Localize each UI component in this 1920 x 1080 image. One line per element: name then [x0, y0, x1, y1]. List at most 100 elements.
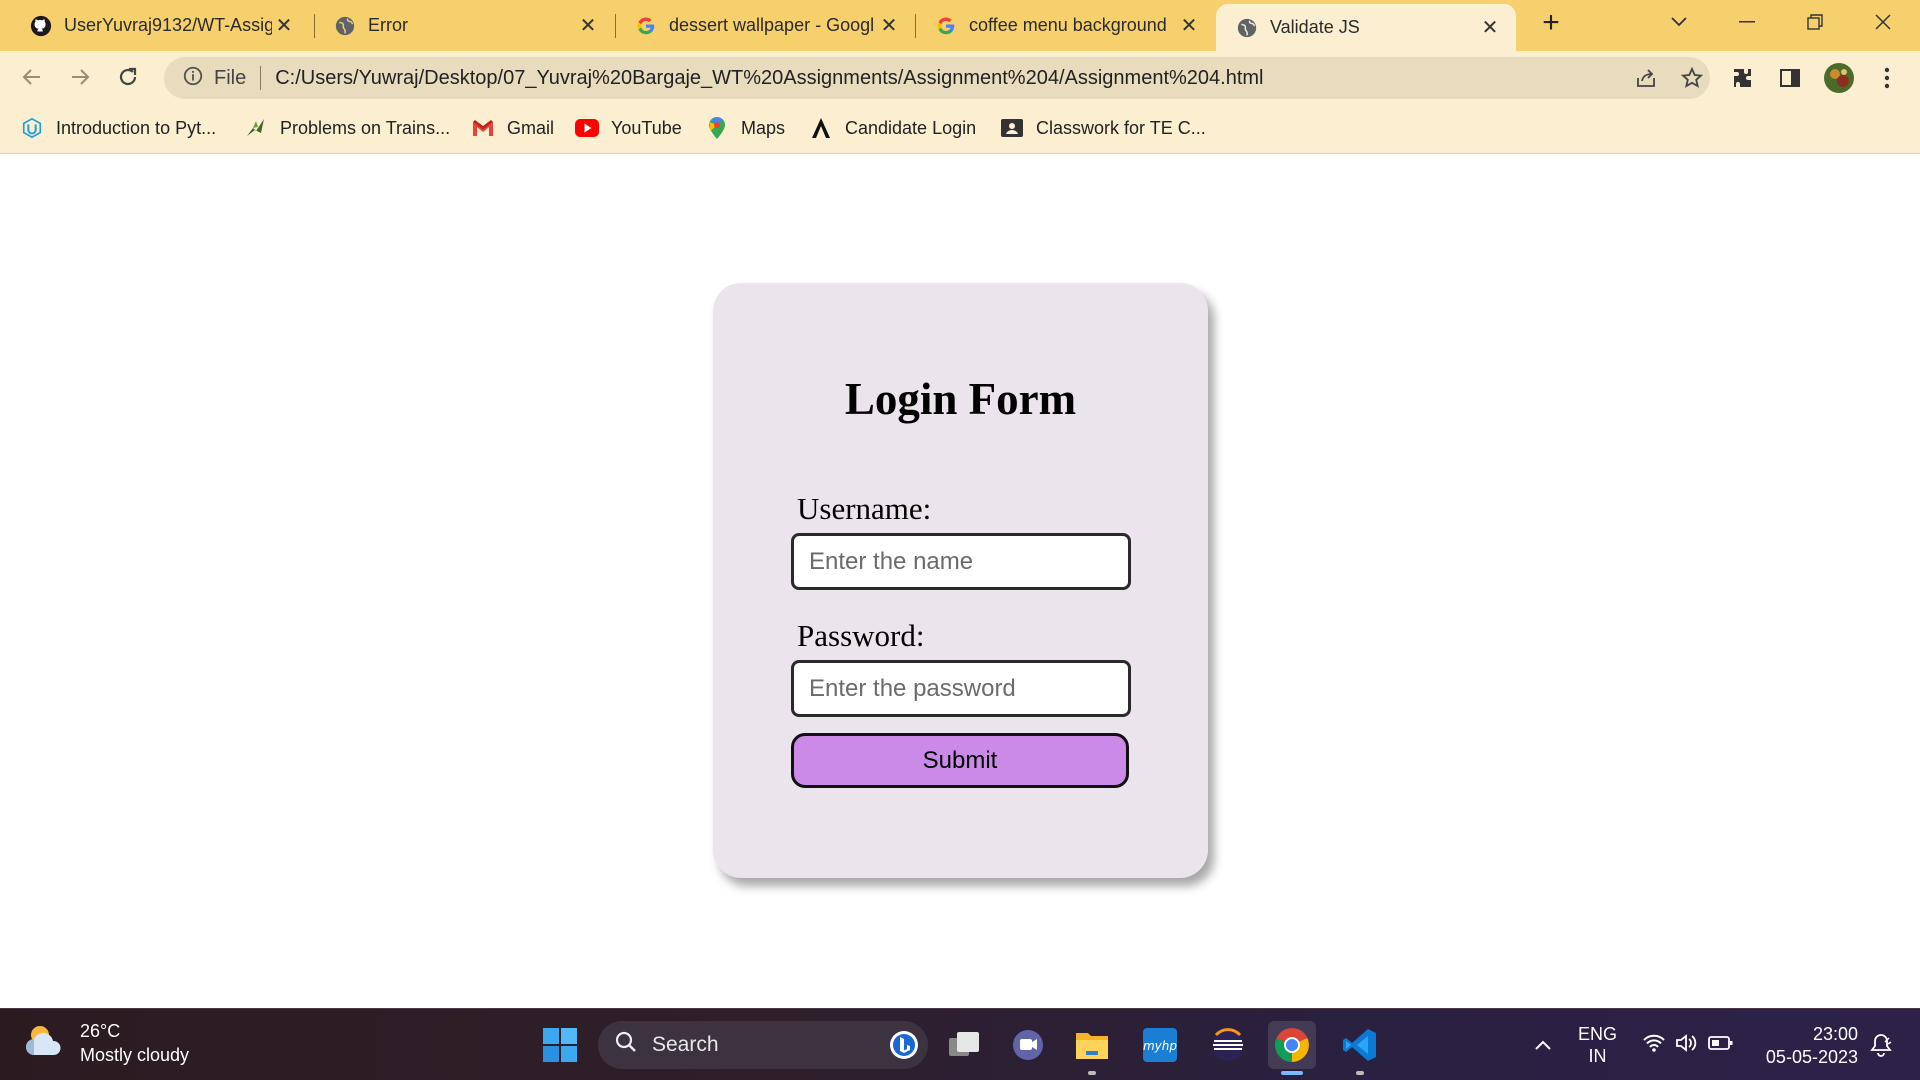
close-icon[interactable]: ✕	[1177, 13, 1201, 38]
close-icon[interactable]: ✕	[576, 13, 600, 38]
bing-icon[interactable]	[888, 1029, 920, 1067]
bird-icon	[244, 116, 268, 140]
volume-icon	[1675, 1033, 1699, 1058]
tab-dessert-wallpaper[interactable]: dessert wallpaper - Googl ✕	[615, 0, 915, 51]
maps-icon	[705, 116, 729, 140]
classroom-icon	[1000, 116, 1024, 140]
language-code: ENG	[1578, 1024, 1618, 1044]
teams-chat-icon[interactable]	[1004, 1021, 1052, 1069]
bookmark-label: Maps	[741, 117, 786, 138]
taskbar-search[interactable]: Search	[598, 1021, 928, 1069]
system-tray[interactable]	[1638, 1009, 1738, 1080]
side-panel-icon[interactable]	[1773, 60, 1807, 96]
scheme-label: File	[214, 66, 247, 89]
browser-tab-strip: UserYuvraj9132/WT-Assig ✕ Error ✕ desser…	[0, 0, 1920, 51]
password-input[interactable]	[791, 660, 1131, 717]
vscode-icon[interactable]	[1336, 1021, 1384, 1075]
cloudy-weather-icon	[24, 1021, 66, 1066]
close-icon[interactable]: ✕	[272, 13, 296, 38]
youtube-icon	[575, 116, 599, 140]
restore-icon[interactable]	[1781, 0, 1849, 44]
chrome-icon[interactable]	[1268, 1021, 1316, 1075]
submit-button[interactable]: Submit	[791, 733, 1129, 788]
info-icon[interactable]	[182, 65, 204, 92]
eclipse-icon[interactable]	[1204, 1021, 1252, 1069]
forward-arrow-icon[interactable]	[62, 59, 98, 95]
tab-title: coffee menu background	[969, 15, 1167, 35]
tab-coffee-menu[interactable]: coffee menu background ✕	[915, 0, 1215, 51]
task-view-icon[interactable]	[940, 1021, 988, 1069]
extensions-icon[interactable]	[1726, 60, 1760, 96]
letter-a-icon	[809, 116, 833, 140]
back-arrow-icon[interactable]	[14, 59, 50, 95]
form-title: Login Form	[844, 374, 1077, 424]
bookmark-problems-on-trains[interactable]: Problems on Trains...	[244, 106, 450, 150]
globe-icon	[1236, 17, 1258, 39]
minimize-icon[interactable]	[1713, 0, 1781, 44]
bookmark-label: Introduction to Pyt...	[56, 117, 217, 138]
address-bar[interactable]: File C:/Users/Yuwraj/Desktop/07_Yuvraj%2…	[164, 57, 1710, 99]
clock[interactable]: 23:00 05-05-2023	[1758, 1023, 1858, 1069]
notification-bell-icon[interactable]	[1866, 1009, 1896, 1080]
menu-kebab-icon[interactable]	[1870, 60, 1904, 96]
bookmark-candidate-login[interactable]: Candidate Login	[809, 106, 976, 150]
bookmark-label: Candidate Login	[845, 117, 977, 138]
bookmark-introduction-to-python[interactable]: Introduction to Pyt...	[20, 106, 216, 150]
search-icon	[614, 1030, 638, 1060]
bookmark-star-icon[interactable]	[1680, 57, 1704, 99]
myhp-icon[interactable]: myhp	[1136, 1021, 1184, 1069]
bookmark-label: Classwork for TE C...	[1036, 117, 1206, 138]
page-content: Login Form Username: Password: Submit	[0, 155, 1920, 1008]
close-icon[interactable]: ✕	[877, 13, 901, 38]
globe-icon	[334, 15, 356, 37]
avatar[interactable]	[1822, 60, 1856, 96]
reload-icon[interactable]	[110, 59, 146, 95]
url-text[interactable]: C:/Users/Yuwraj/Desktop/07_Yuvraj%20Barg…	[275, 67, 1263, 90]
tab-github[interactable]: UserYuvraj9132/WT-Assig ✕	[10, 0, 310, 51]
active-indicator	[1281, 1071, 1303, 1075]
tab-title: dessert wallpaper - Googl	[669, 15, 875, 35]
running-indicator	[1088, 1071, 1096, 1075]
bookmark-label: Problems on Trains...	[280, 117, 451, 138]
close-window-icon[interactable]	[1849, 0, 1917, 44]
bookmark-gmail[interactable]: Gmail	[471, 106, 554, 150]
tab-title: Validate JS	[1270, 17, 1360, 37]
close-icon[interactable]: ✕	[1478, 15, 1502, 40]
search-label: Search	[652, 1033, 719, 1056]
google-icon	[635, 15, 657, 37]
password-label: Password:	[797, 618, 925, 653]
bookmark-label: Gmail	[507, 117, 555, 138]
divider	[260, 66, 262, 90]
tab-error[interactable]: Error ✕	[314, 0, 614, 51]
bookmark-classwork[interactable]: Classwork for TE C...	[1000, 106, 1206, 150]
weather-widget[interactable]: 26°C Mostly cloudy	[24, 1019, 189, 1067]
bookmark-maps[interactable]: Maps	[705, 106, 785, 150]
file-explorer-icon[interactable]	[1068, 1021, 1116, 1075]
username-label: Username:	[797, 491, 932, 526]
language-indicator[interactable]: ENG IN	[1578, 1023, 1617, 1067]
login-form-card: Login Form Username: Password: Submit	[713, 283, 1208, 878]
new-tab-button[interactable]: +	[1533, 6, 1569, 42]
gmail-icon	[471, 116, 495, 140]
udacity-icon	[20, 116, 44, 140]
svg-text:myhp: myhp	[1143, 1039, 1177, 1053]
tab-search-icon[interactable]	[1645, 0, 1713, 44]
github-icon	[30, 15, 52, 37]
username-input[interactable]	[791, 533, 1131, 590]
weather-description: Mostly cloudy	[80, 1045, 190, 1065]
windows-taskbar: 26°C Mostly cloudy Search myhp ENG IN 23…	[0, 1008, 1920, 1080]
bookmark-label: YouTube	[611, 117, 682, 138]
weather-temperature: 26°C	[80, 1021, 121, 1041]
browser-toolbar: File C:/Users/Yuwraj/Desktop/07_Yuvraj%2…	[0, 51, 1920, 106]
tab-title: Error	[368, 15, 408, 35]
share-icon[interactable]	[1634, 57, 1658, 99]
tab-title: UserYuvraj9132/WT-Assig	[64, 15, 272, 35]
bookmark-youtube[interactable]: YouTube	[575, 106, 682, 150]
chevron-up-icon[interactable]	[1528, 1009, 1558, 1080]
date-text: 05-05-2023	[1765, 1047, 1858, 1067]
tab-validate-js[interactable]: Validate JS ✕	[1216, 4, 1516, 51]
time-text: 23:00	[1812, 1024, 1858, 1044]
start-button[interactable]	[536, 1021, 584, 1069]
region-code: IN	[1588, 1046, 1607, 1066]
bookmarks-bar: Introduction to Pyt... Problems on Train…	[0, 106, 1920, 154]
